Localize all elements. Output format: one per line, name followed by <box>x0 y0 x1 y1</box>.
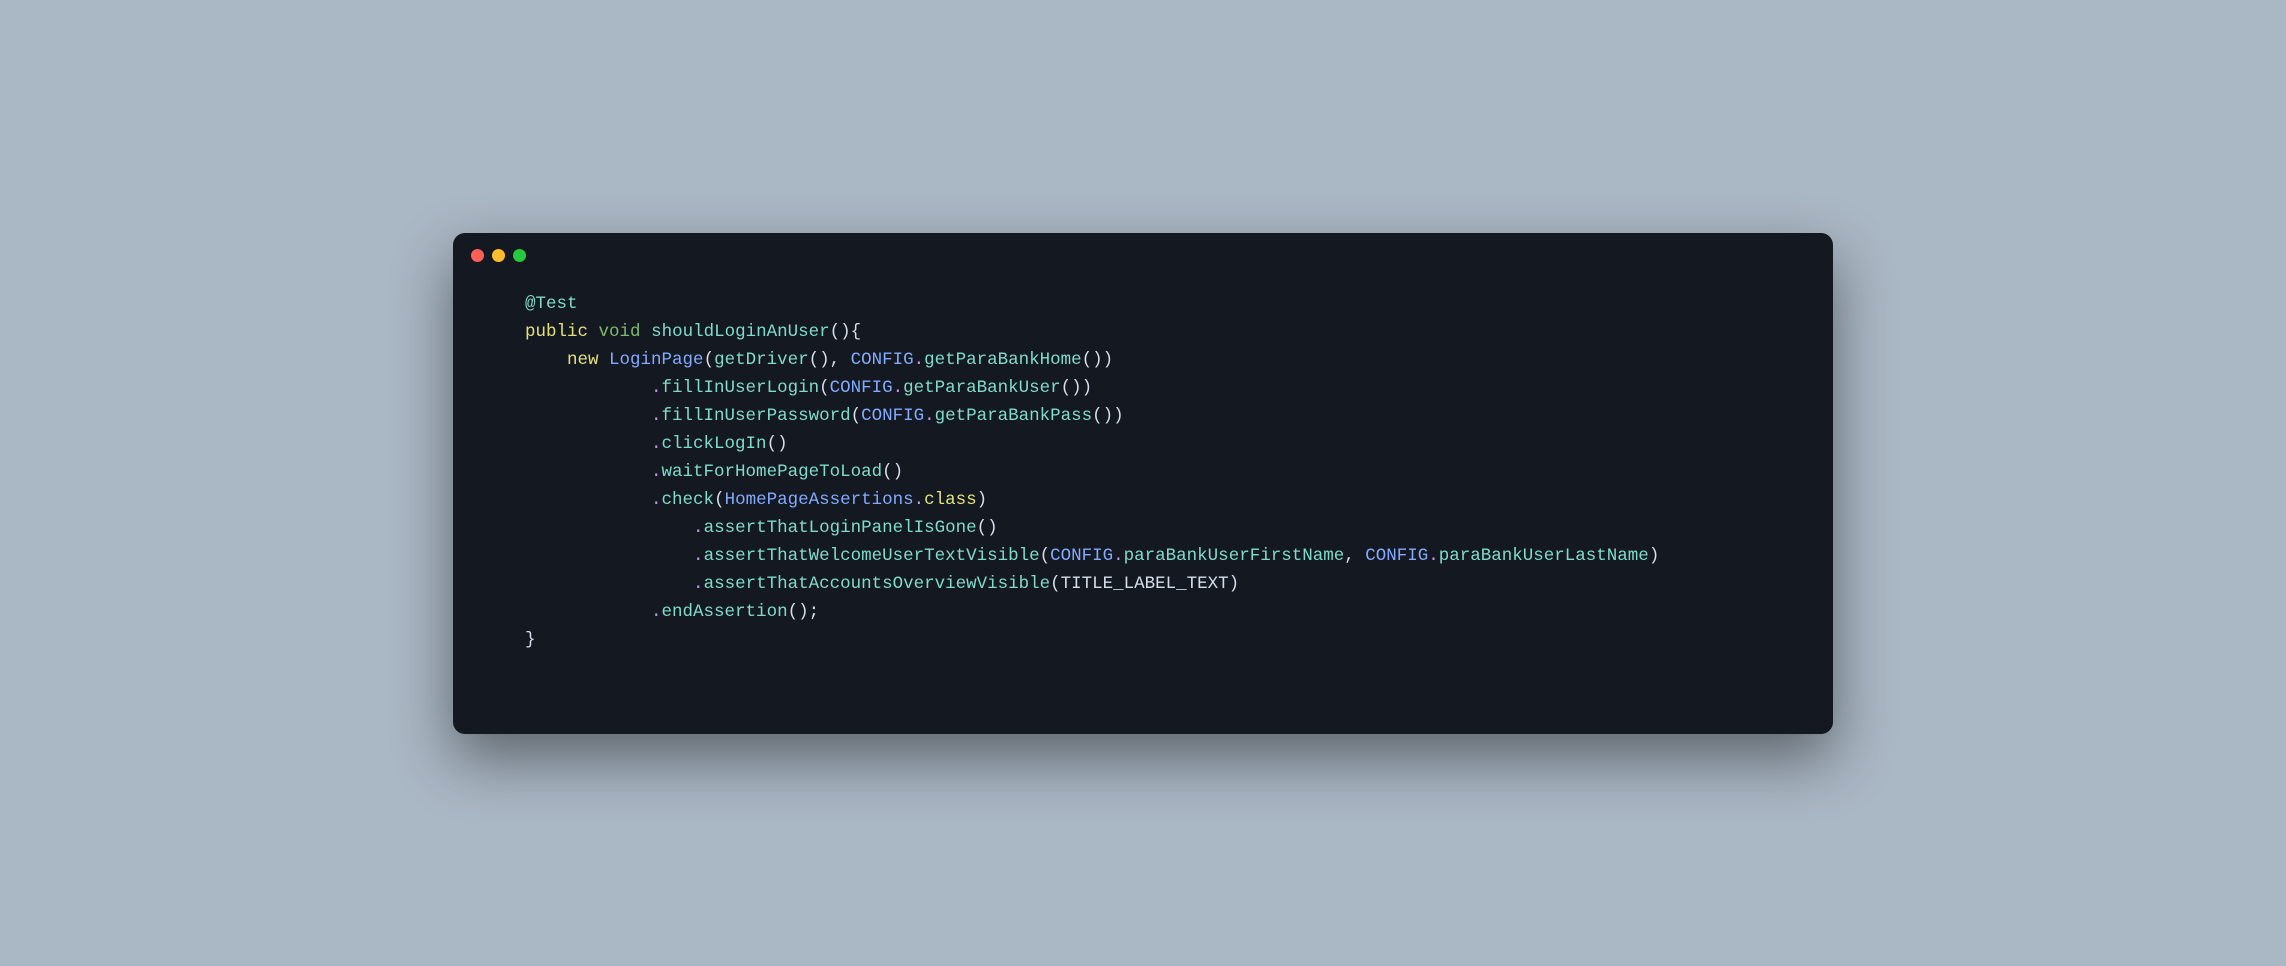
punct: . <box>1428 546 1439 566</box>
close-icon[interactable] <box>471 249 484 262</box>
maximize-icon[interactable] <box>513 249 526 262</box>
punct: . <box>651 434 662 454</box>
fn-endassertion: endAssertion <box>662 602 788 622</box>
const-title-label-text: TITLE_LABEL_TEXT <box>1061 574 1229 594</box>
minimize-icon[interactable] <box>492 249 505 262</box>
config-ref: CONFIG <box>851 350 914 370</box>
prop-firstname: paraBankUserFirstName <box>1124 546 1345 566</box>
punct: . <box>893 378 904 398</box>
code-block: @Test public void shouldLoginAnUser(){ n… <box>453 262 1833 734</box>
punct: ()) <box>1092 406 1124 426</box>
config-ref: CONFIG <box>1050 546 1113 566</box>
keyword-void: void <box>599 322 641 342</box>
punct: ( <box>819 378 830 398</box>
punct: ( <box>1040 546 1051 566</box>
punct: . <box>693 518 704 538</box>
punct: ( <box>851 406 862 426</box>
punct: ) <box>1649 546 1660 566</box>
punct: . <box>693 546 704 566</box>
fn-getparabankhome: getParaBankHome <box>924 350 1082 370</box>
punct: , <box>1344 546 1365 566</box>
prop-lastname: paraBankUserLastName <box>1439 546 1649 566</box>
punct: ()) <box>1061 378 1093 398</box>
keyword-class: class <box>924 490 977 510</box>
fn-getdriver: getDriver <box>714 350 809 370</box>
fn-assertthataccountsoverviewvisible: assertThatAccountsOverviewVisible <box>704 574 1051 594</box>
punct: () <box>767 434 788 454</box>
fn-clicklogin: clickLogIn <box>662 434 767 454</box>
fn-assertthatloginpanelisgone: assertThatLoginPanelIsGone <box>704 518 977 538</box>
punct: () <box>977 518 998 538</box>
punct: (), <box>809 350 851 370</box>
punct: . <box>651 462 662 482</box>
fn-assertthatwelcomeusertextvisible: assertThatWelcomeUserTextVisible <box>704 546 1040 566</box>
punct: . <box>924 406 935 426</box>
punct: . <box>914 490 925 510</box>
punct: } <box>525 630 536 650</box>
fn-check: check <box>662 490 715 510</box>
keyword-new: new <box>567 350 599 370</box>
keyword-public: public <box>525 322 588 342</box>
method-name: shouldLoginAnUser <box>651 322 830 342</box>
fn-waitforhomepagetoload: waitForHomePageToLoad <box>662 462 883 482</box>
class-loginpage: LoginPage <box>609 350 704 370</box>
punct: () <box>882 462 903 482</box>
punct: (); <box>788 602 820 622</box>
punct: . <box>914 350 925 370</box>
config-ref: CONFIG <box>1365 546 1428 566</box>
punct: . <box>651 490 662 510</box>
config-ref: CONFIG <box>861 406 924 426</box>
annotation: @Test <box>525 294 578 314</box>
window-titlebar <box>453 233 1833 262</box>
punct: . <box>651 378 662 398</box>
punct: . <box>1113 546 1124 566</box>
punct: . <box>651 406 662 426</box>
punct: ) <box>1229 574 1240 594</box>
punct: ) <box>977 490 988 510</box>
class-homepageassertions: HomePageAssertions <box>725 490 914 510</box>
fn-fillinuserpassword: fillInUserPassword <box>662 406 851 426</box>
config-ref: CONFIG <box>830 378 893 398</box>
punct: ()) <box>1082 350 1114 370</box>
punct: ( <box>714 490 725 510</box>
punct: ( <box>704 350 715 370</box>
fn-getparabankpass: getParaBankPass <box>935 406 1093 426</box>
code-window: @Test public void shouldLoginAnUser(){ n… <box>453 233 1833 734</box>
punct: . <box>651 602 662 622</box>
fn-getparabankuser: getParaBankUser <box>903 378 1061 398</box>
punct: ( <box>1050 574 1061 594</box>
punct: . <box>693 574 704 594</box>
fn-fillinuserlogin: fillInUserLogin <box>662 378 820 398</box>
punct: (){ <box>830 322 862 342</box>
